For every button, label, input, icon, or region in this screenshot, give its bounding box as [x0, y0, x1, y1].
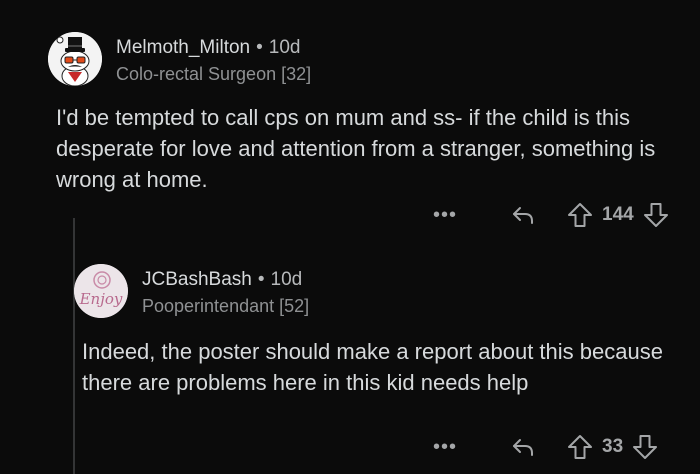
- downvote-icon[interactable]: [631, 433, 659, 461]
- upvote-icon[interactable]: [566, 433, 594, 461]
- comment-thread: Melmoth_Milton • 10d Colo-rectal Surgeon […: [0, 0, 700, 474]
- comment-body: Indeed, the poster should make a report …: [82, 339, 663, 395]
- user-avatar[interactable]: Enjoy: [74, 264, 128, 318]
- thread-line[interactable]: [73, 218, 75, 474]
- comment-age: 10d: [270, 269, 303, 290]
- reply-icon[interactable]: [510, 434, 536, 460]
- username[interactable]: JCBashBash: [142, 269, 252, 290]
- enjoy-avatar-icon: Enjoy: [74, 264, 128, 318]
- vote-score: 33: [602, 436, 624, 457]
- comment-jcbashbash: Enjoy JCBashBash • 10d Pooperintendant [52…: [0, 0, 700, 459]
- user-flair: Pooperintendant [52]: [142, 296, 310, 316]
- meta-separator: •: [257, 269, 265, 290]
- comment-actions: ••• 33: [430, 432, 659, 462]
- more-options-icon[interactable]: •••: [430, 437, 460, 457]
- comment-meta: JCBashBash • 10d: [142, 270, 302, 289]
- avatar-script-text: Enjoy: [79, 290, 123, 308]
